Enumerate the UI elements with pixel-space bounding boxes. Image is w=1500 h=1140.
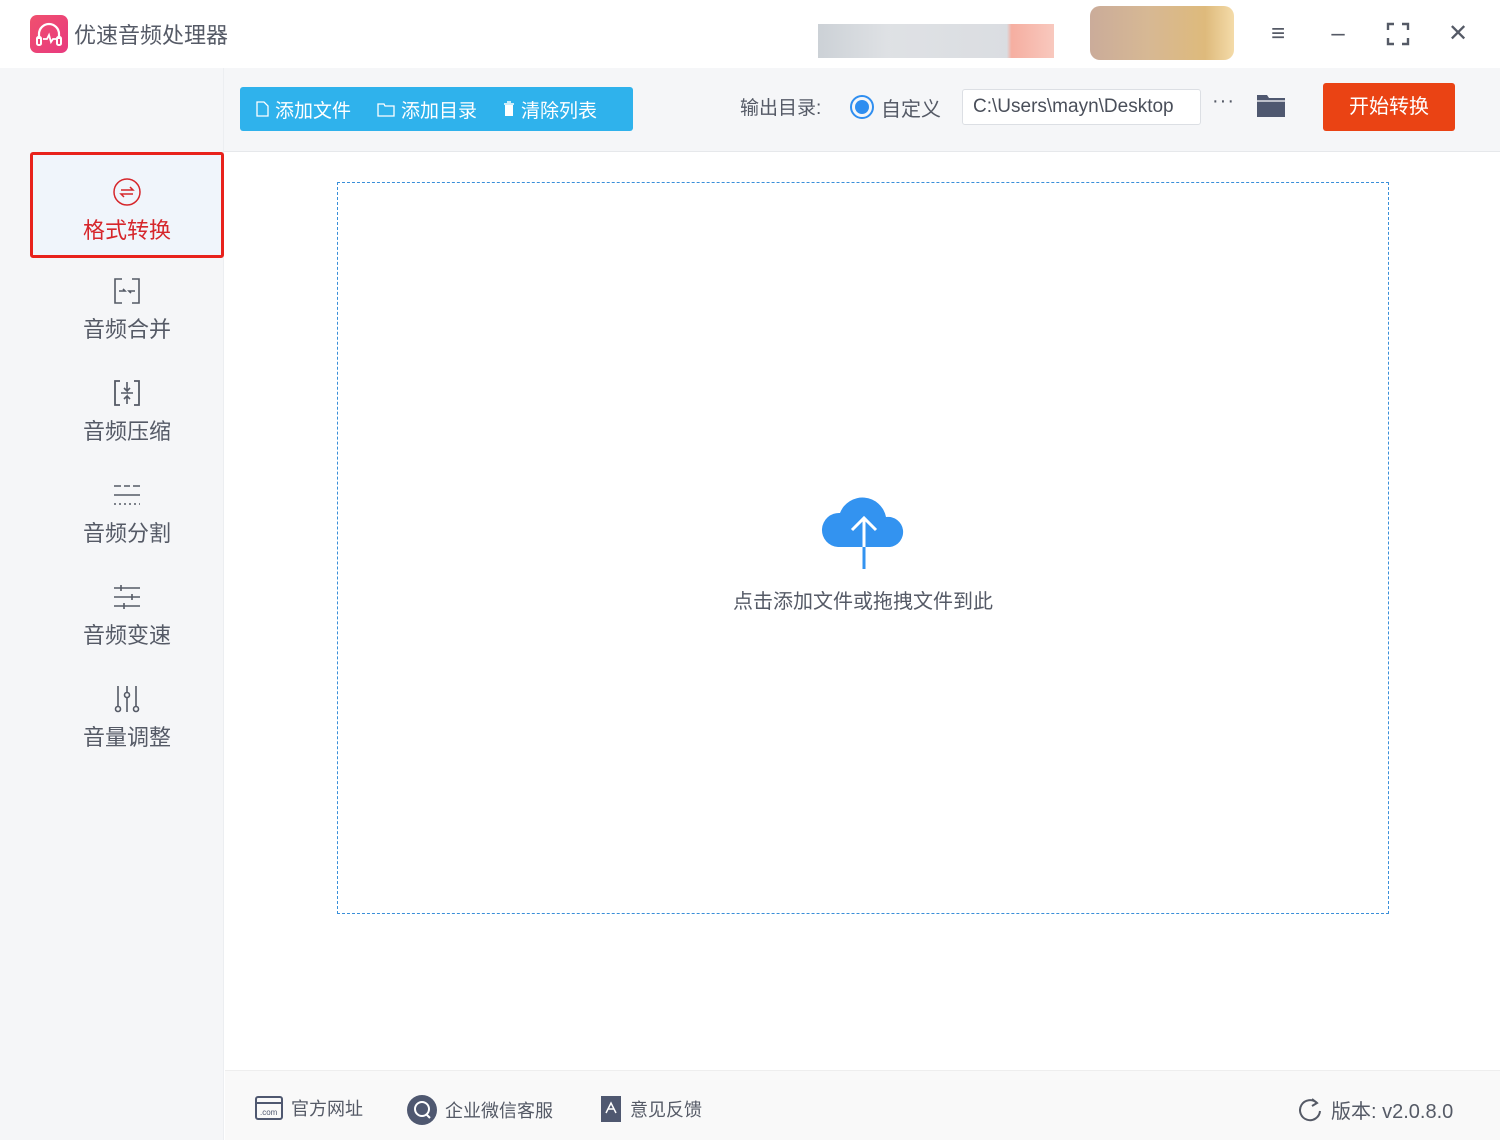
- file-icon: [256, 101, 269, 117]
- version-info[interactable]: 版本: v2.0.8.0: [1299, 1095, 1453, 1124]
- browse-more-button[interactable]: ···: [1212, 90, 1235, 113]
- sidebar-item-label: 音量调整: [30, 720, 224, 752]
- sidebar-item-label: 音频变速: [30, 618, 224, 650]
- toolbar: 添加文件 添加目录 清除列表 输出目录: 自定义 C:\Users\mayn\D…: [224, 68, 1500, 152]
- custom-output-radio[interactable]: [850, 95, 874, 119]
- clear-list-button[interactable]: 清除列表: [503, 96, 597, 123]
- file-actions-group: 添加文件 添加目录 清除列表: [240, 87, 633, 131]
- compress-icon: [112, 378, 142, 408]
- feedback-label: 意见反馈: [630, 1096, 702, 1122]
- sidebar-item-audio-split[interactable]: 音频分割: [30, 458, 224, 564]
- wechat-icon: [407, 1095, 437, 1125]
- output-dir-label: 输出目录:: [740, 93, 821, 120]
- sidebar-item-label: 音频分割: [30, 516, 224, 548]
- volume-icon: [112, 684, 142, 714]
- open-folder-icon[interactable]: [1256, 92, 1286, 123]
- start-convert-button[interactable]: 开始转换: [1323, 83, 1455, 131]
- app-logo-icon: [30, 15, 68, 53]
- close-icon[interactable]: ✕: [1440, 16, 1476, 52]
- footer: .com 官方网址 企业微信客服 意见反馈 版本: v2.0.8.0: [225, 1070, 1500, 1140]
- version-label: 版本: v2.0.8.0: [1331, 1095, 1453, 1124]
- app-title: 优速音频处理器: [74, 18, 228, 50]
- output-path-input[interactable]: C:\Users\mayn\Desktop: [962, 89, 1201, 125]
- sidebar-item-label: 音频合并: [30, 312, 224, 344]
- sidebar-item-audio-speed[interactable]: 音频变速: [30, 560, 224, 666]
- folder-icon: [377, 102, 395, 117]
- sidebar-item-format-convert[interactable]: 格式转换: [30, 152, 224, 258]
- add-folder-label: 添加目录: [401, 96, 477, 123]
- clear-list-label: 清除列表: [521, 96, 597, 123]
- feedback-icon: [600, 1095, 622, 1123]
- sidebar-item-volume-adjust[interactable]: 音量调整: [30, 662, 224, 768]
- wechat-service-link[interactable]: 企业微信客服: [407, 1095, 553, 1125]
- trash-icon: [503, 101, 515, 117]
- cloud-upload-icon: [818, 493, 910, 571]
- merge-icon: [112, 276, 142, 306]
- feedback-link[interactable]: 意见反馈: [600, 1095, 702, 1123]
- minimize-icon[interactable]: –: [1320, 16, 1356, 52]
- file-drop-zone[interactable]: 点击添加文件或拖拽文件到此: [337, 182, 1389, 914]
- sidebar-item-audio-merge[interactable]: 音频合并: [30, 254, 224, 360]
- split-icon: [112, 480, 142, 510]
- drop-hint: 点击添加文件或拖拽文件到此: [338, 585, 1388, 614]
- blurred-badge: [1090, 6, 1234, 60]
- website-label: 官方网址: [291, 1095, 363, 1121]
- website-icon: .com: [255, 1096, 283, 1120]
- refresh-icon: [1299, 1097, 1323, 1123]
- maximize-icon[interactable]: [1380, 16, 1416, 52]
- wechat-label: 企业微信客服: [445, 1097, 553, 1123]
- sidebar-item-audio-compress[interactable]: 音频压缩: [30, 356, 224, 462]
- menu-icon[interactable]: ≡: [1260, 16, 1296, 52]
- sidebar-item-label: 格式转换: [33, 213, 221, 245]
- blurred-user-info: [818, 24, 1054, 58]
- convert-icon: [112, 177, 142, 207]
- add-file-button[interactable]: 添加文件: [256, 96, 351, 123]
- title-bar: 优速音频处理器 ≡ – ✕: [0, 0, 1500, 68]
- add-file-label: 添加文件: [275, 96, 351, 123]
- official-website-link[interactable]: .com 官方网址: [255, 1095, 363, 1121]
- speed-icon: [112, 582, 142, 612]
- custom-output-label[interactable]: 自定义: [881, 93, 941, 122]
- sidebar-item-label: 音频压缩: [30, 414, 224, 446]
- svg-text:.com: .com: [260, 1108, 278, 1117]
- add-folder-button[interactable]: 添加目录: [377, 96, 477, 123]
- sidebar: 格式转换 音频合并 音频压缩 音频分割 音频变速 音量调整: [0, 68, 224, 1140]
